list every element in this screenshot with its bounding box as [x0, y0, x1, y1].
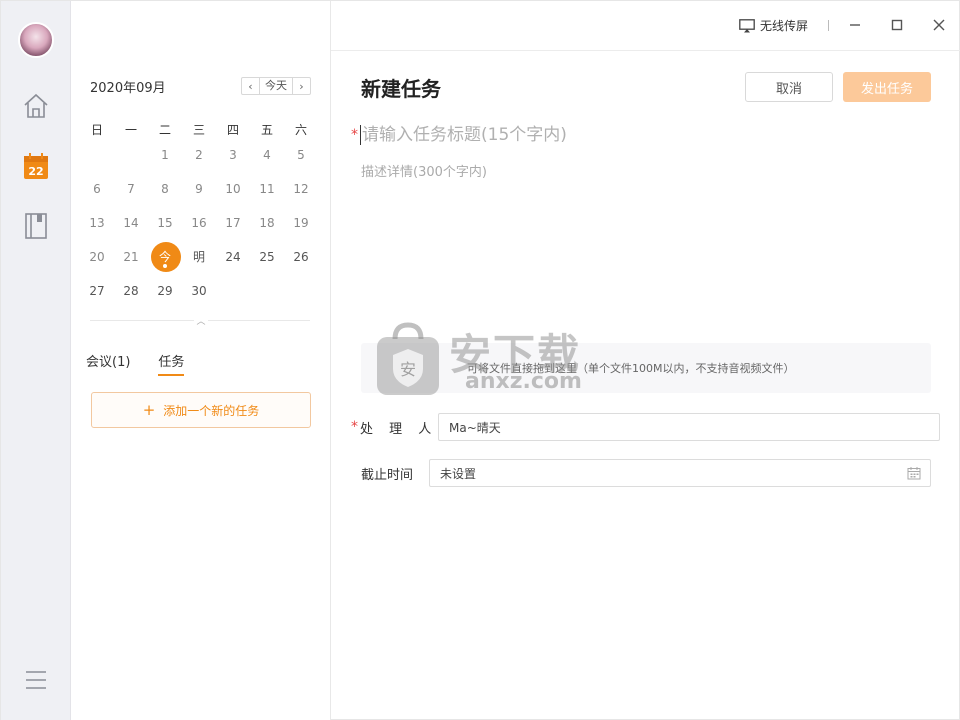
day-cell[interactable]: 30: [182, 277, 216, 305]
calendar-icon[interactable]: 22: [21, 151, 51, 181]
day-cell[interactable]: [250, 277, 284, 305]
day-cell[interactable]: 4: [250, 141, 284, 169]
screen-cast-label: 无线传屏: [760, 19, 809, 33]
day-cell[interactable]: [80, 141, 114, 169]
day-cell[interactable]: 7: [114, 175, 148, 203]
handler-label: 处 理 人: [360, 421, 438, 437]
day-cell[interactable]: 12: [284, 175, 318, 203]
agenda-tabs: 会议(1) 任务: [86, 351, 185, 376]
cancel-button[interactable]: 取消: [745, 72, 833, 102]
required-mark: *: [351, 419, 358, 435]
month-nav: ‹ 今天 ›: [241, 77, 311, 95]
handler-field[interactable]: Ma~晴天: [438, 413, 940, 441]
day-cell[interactable]: 24: [216, 243, 250, 271]
day-cell-today[interactable]: 今: [148, 242, 182, 272]
menu-icon[interactable]: [21, 665, 51, 695]
tab-tasks[interactable]: 任务: [158, 351, 185, 376]
screen-cast-icon: [739, 18, 755, 32]
task-description-input[interactable]: [361, 161, 931, 321]
weekday-label: 五: [260, 123, 273, 137]
page-title: 新建任务: [361, 77, 441, 101]
deadline-field-row: 截止时间 未设置: [361, 459, 931, 487]
weekday-label: 日: [90, 123, 103, 137]
title-bar: 无线传屏: [331, 1, 960, 51]
deadline-value: 未设置: [440, 466, 477, 481]
day-cell-tomorrow[interactable]: 明: [182, 243, 216, 271]
weekday-label: 四: [226, 123, 239, 137]
weekday-label: 一: [124, 123, 137, 137]
calendar-icon-day: 22: [28, 165, 43, 178]
day-cell[interactable]: 27: [80, 277, 114, 305]
weekday-label: 六: [294, 123, 307, 137]
home-icon[interactable]: [21, 91, 51, 121]
file-drop-zone[interactable]: 可将文件直接拖到这里（单个文件100M以内，不支持音视频文件）: [361, 343, 931, 393]
day-cell[interactable]: 9: [182, 175, 216, 203]
notebook-icon[interactable]: [21, 211, 51, 241]
task-title-input[interactable]: [360, 125, 920, 145]
publish-task-button[interactable]: 发出任务: [843, 72, 931, 102]
close-icon[interactable]: [929, 15, 949, 35]
day-cell[interactable]: 21: [114, 243, 148, 271]
day-cell[interactable]: 2: [182, 141, 216, 169]
calendar-week: 20 21 今 明 24 25 26: [80, 242, 318, 272]
task-title-row: *: [351, 125, 920, 145]
day-cell[interactable]: [114, 141, 148, 169]
handler-value: Ma~晴天: [449, 420, 501, 435]
day-cell[interactable]: 19: [284, 209, 318, 237]
app-window: 22 2020年09月 ‹ 今天 › 日 一 二 三 四 五 六 1 2 3 4…: [0, 0, 960, 720]
day-cell[interactable]: 26: [284, 243, 318, 271]
plus-icon: +: [142, 400, 156, 419]
today-label: 今: [158, 250, 171, 264]
calendar-week: 6 7 8 9 10 11 12: [80, 175, 318, 203]
day-cell[interactable]: 25: [250, 243, 284, 271]
event-dot: [163, 264, 167, 268]
day-cell[interactable]: 1: [148, 141, 182, 169]
weekday-header: 日 一 二 三 四 五 六: [80, 121, 318, 138]
titlebar-separator: [828, 20, 829, 31]
left-rail: 22: [1, 1, 71, 720]
day-cell[interactable]: 11: [250, 175, 284, 203]
month-title: 2020年09月: [90, 81, 166, 96]
minimize-icon[interactable]: [845, 15, 865, 35]
day-cell[interactable]: 18: [250, 209, 284, 237]
day-cell[interactable]: 6: [80, 175, 114, 203]
day-cell[interactable]: 5: [284, 141, 318, 169]
prev-month-button[interactable]: ‹: [242, 78, 259, 94]
day-cell[interactable]: 10: [216, 175, 250, 203]
day-cell[interactable]: 16: [182, 209, 216, 237]
day-cell[interactable]: 13: [80, 209, 114, 237]
calendar-week: 13 14 15 16 17 18 19: [80, 209, 318, 237]
day-cell[interactable]: [216, 277, 250, 305]
today-button[interactable]: 今天: [259, 78, 293, 94]
next-month-button[interactable]: ›: [293, 78, 310, 94]
avatar[interactable]: [18, 22, 54, 58]
maximize-icon[interactable]: [887, 15, 907, 35]
calendar-week: 1 2 3 4 5: [80, 141, 318, 169]
day-cell[interactable]: 15: [148, 209, 182, 237]
drop-hint: 可将文件直接拖到这里（单个文件100M以内，不支持音视频文件）: [467, 362, 795, 375]
day-cell[interactable]: 28: [114, 277, 148, 305]
add-task-button[interactable]: + 添加一个新的任务: [91, 392, 311, 428]
calendar-panel: 2020年09月 ‹ 今天 › 日 一 二 三 四 五 六 1 2 3 4 5 …: [71, 1, 331, 720]
deadline-field[interactable]: 未设置: [429, 459, 931, 487]
day-cell[interactable]: 29: [148, 277, 182, 305]
collapse-icon[interactable]: ︿: [194, 314, 208, 327]
day-cell[interactable]: 14: [114, 209, 148, 237]
required-mark: *: [351, 127, 358, 143]
screen-cast-button[interactable]: 无线传屏: [739, 17, 808, 34]
handler-field-row: * 处 理 人 Ma~晴天: [351, 413, 940, 441]
weekday-label: 二: [158, 123, 171, 137]
day-cell[interactable]: 20: [80, 243, 114, 271]
add-task-label: 添加一个新的任务: [163, 403, 260, 418]
day-cell[interactable]: 8: [148, 175, 182, 203]
day-cell[interactable]: [284, 277, 318, 305]
weekday-label: 三: [192, 123, 205, 137]
day-cell[interactable]: 3: [216, 141, 250, 169]
date-picker-icon[interactable]: [907, 466, 921, 480]
tab-meetings[interactable]: 会议(1): [86, 351, 130, 376]
deadline-label: 截止时间: [361, 467, 414, 483]
day-cell[interactable]: 17: [216, 209, 250, 237]
calendar-week: 27 28 29 30: [80, 277, 318, 305]
